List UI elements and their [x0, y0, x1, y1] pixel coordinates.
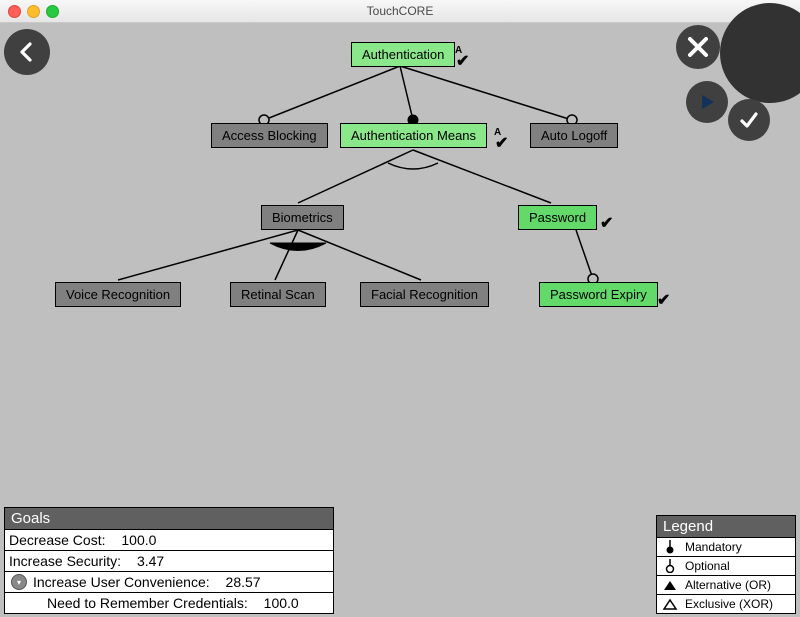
feature-authentication[interactable]: Authentication	[351, 42, 455, 67]
goals-panel: Goals Decrease Cost: 100.0 Increase Secu…	[4, 507, 334, 614]
goal-row[interactable]: Decrease Cost: 100.0	[5, 529, 333, 550]
expand-toggle-icon[interactable]: ▾	[11, 574, 27, 590]
legend-label: Exclusive (XOR)	[685, 597, 773, 611]
selected-check-icon: ✔	[657, 290, 670, 310]
feature-label: Password	[529, 210, 586, 225]
goal-label: Decrease Cost:	[9, 532, 105, 548]
feature-biometrics[interactable]: Biometrics	[261, 205, 344, 230]
title-bar: TouchCORE	[0, 0, 800, 23]
confirm-button[interactable]	[728, 99, 770, 141]
optional-icon	[661, 559, 679, 573]
goal-label: Increase User Convenience:	[33, 574, 210, 590]
feature-label: Biometrics	[272, 210, 333, 225]
feature-label: Password Expiry	[550, 287, 647, 302]
legend-panel: Legend Mandatory Optional Alternative (O…	[656, 515, 796, 614]
feature-retinal-scan[interactable]: Retinal Scan	[230, 282, 326, 307]
play-icon	[697, 92, 717, 112]
feature-password[interactable]: Password	[518, 205, 597, 230]
goal-value: 28.57	[226, 574, 261, 590]
chevron-left-icon	[16, 41, 38, 63]
check-icon	[738, 109, 760, 131]
legend-label: Mandatory	[685, 540, 742, 554]
feature-label: Facial Recognition	[371, 287, 478, 302]
diagram-canvas[interactable]: Authentication A ✔ Access Blocking Authe…	[0, 23, 800, 617]
or-icon	[661, 579, 679, 591]
feature-label: Voice Recognition	[66, 287, 170, 302]
feature-voice-recognition[interactable]: Voice Recognition	[55, 282, 181, 307]
legend-label: Alternative (OR)	[685, 578, 771, 592]
goal-label: Need to Remember Credentials:	[47, 595, 248, 611]
goal-label: Increase Security:	[9, 553, 121, 569]
xor-icon	[661, 598, 679, 610]
window-title: TouchCORE	[0, 4, 800, 18]
feature-facial-recognition[interactable]: Facial Recognition	[360, 282, 489, 307]
legend-row-optional: Optional	[657, 556, 795, 575]
feature-password-expiry[interactable]: Password Expiry	[539, 282, 658, 307]
feature-access-blocking[interactable]: Access Blocking	[211, 123, 328, 148]
selected-check-icon: ✔	[600, 213, 613, 233]
goal-value: 3.47	[137, 553, 164, 569]
feature-label: Retinal Scan	[241, 287, 315, 302]
goal-row-child[interactable]: Need to Remember Credentials: 100.0	[5, 592, 333, 613]
back-button[interactable]	[4, 29, 50, 75]
goals-header: Goals	[5, 508, 333, 529]
feature-label: Authentication Means	[351, 128, 476, 143]
mandatory-icon	[661, 540, 679, 554]
close-icon	[686, 35, 710, 59]
goal-value: 100.0	[264, 595, 299, 611]
selected-check-icon: ✔	[456, 51, 469, 71]
goal-value: 100.0	[121, 532, 156, 548]
feature-label: Auto Logoff	[541, 128, 607, 143]
legend-row-or: Alternative (OR)	[657, 575, 795, 594]
play-button[interactable]	[686, 81, 728, 123]
feature-auto-logoff[interactable]: Auto Logoff	[530, 123, 618, 148]
feature-label: Authentication	[362, 47, 444, 62]
legend-header: Legend	[657, 516, 795, 537]
legend-row-mandatory: Mandatory	[657, 537, 795, 556]
close-button[interactable]	[676, 25, 720, 69]
selected-check-icon: ✔	[495, 133, 508, 153]
legend-row-xor: Exclusive (XOR)	[657, 594, 795, 613]
feature-label: Access Blocking	[222, 128, 317, 143]
goal-row-expandable[interactable]: ▾ Increase User Convenience: 28.57	[5, 571, 333, 592]
goal-row[interactable]: Increase Security: 3.47	[5, 550, 333, 571]
legend-label: Optional	[685, 559, 730, 573]
feature-authentication-means[interactable]: Authentication Means	[340, 123, 487, 148]
